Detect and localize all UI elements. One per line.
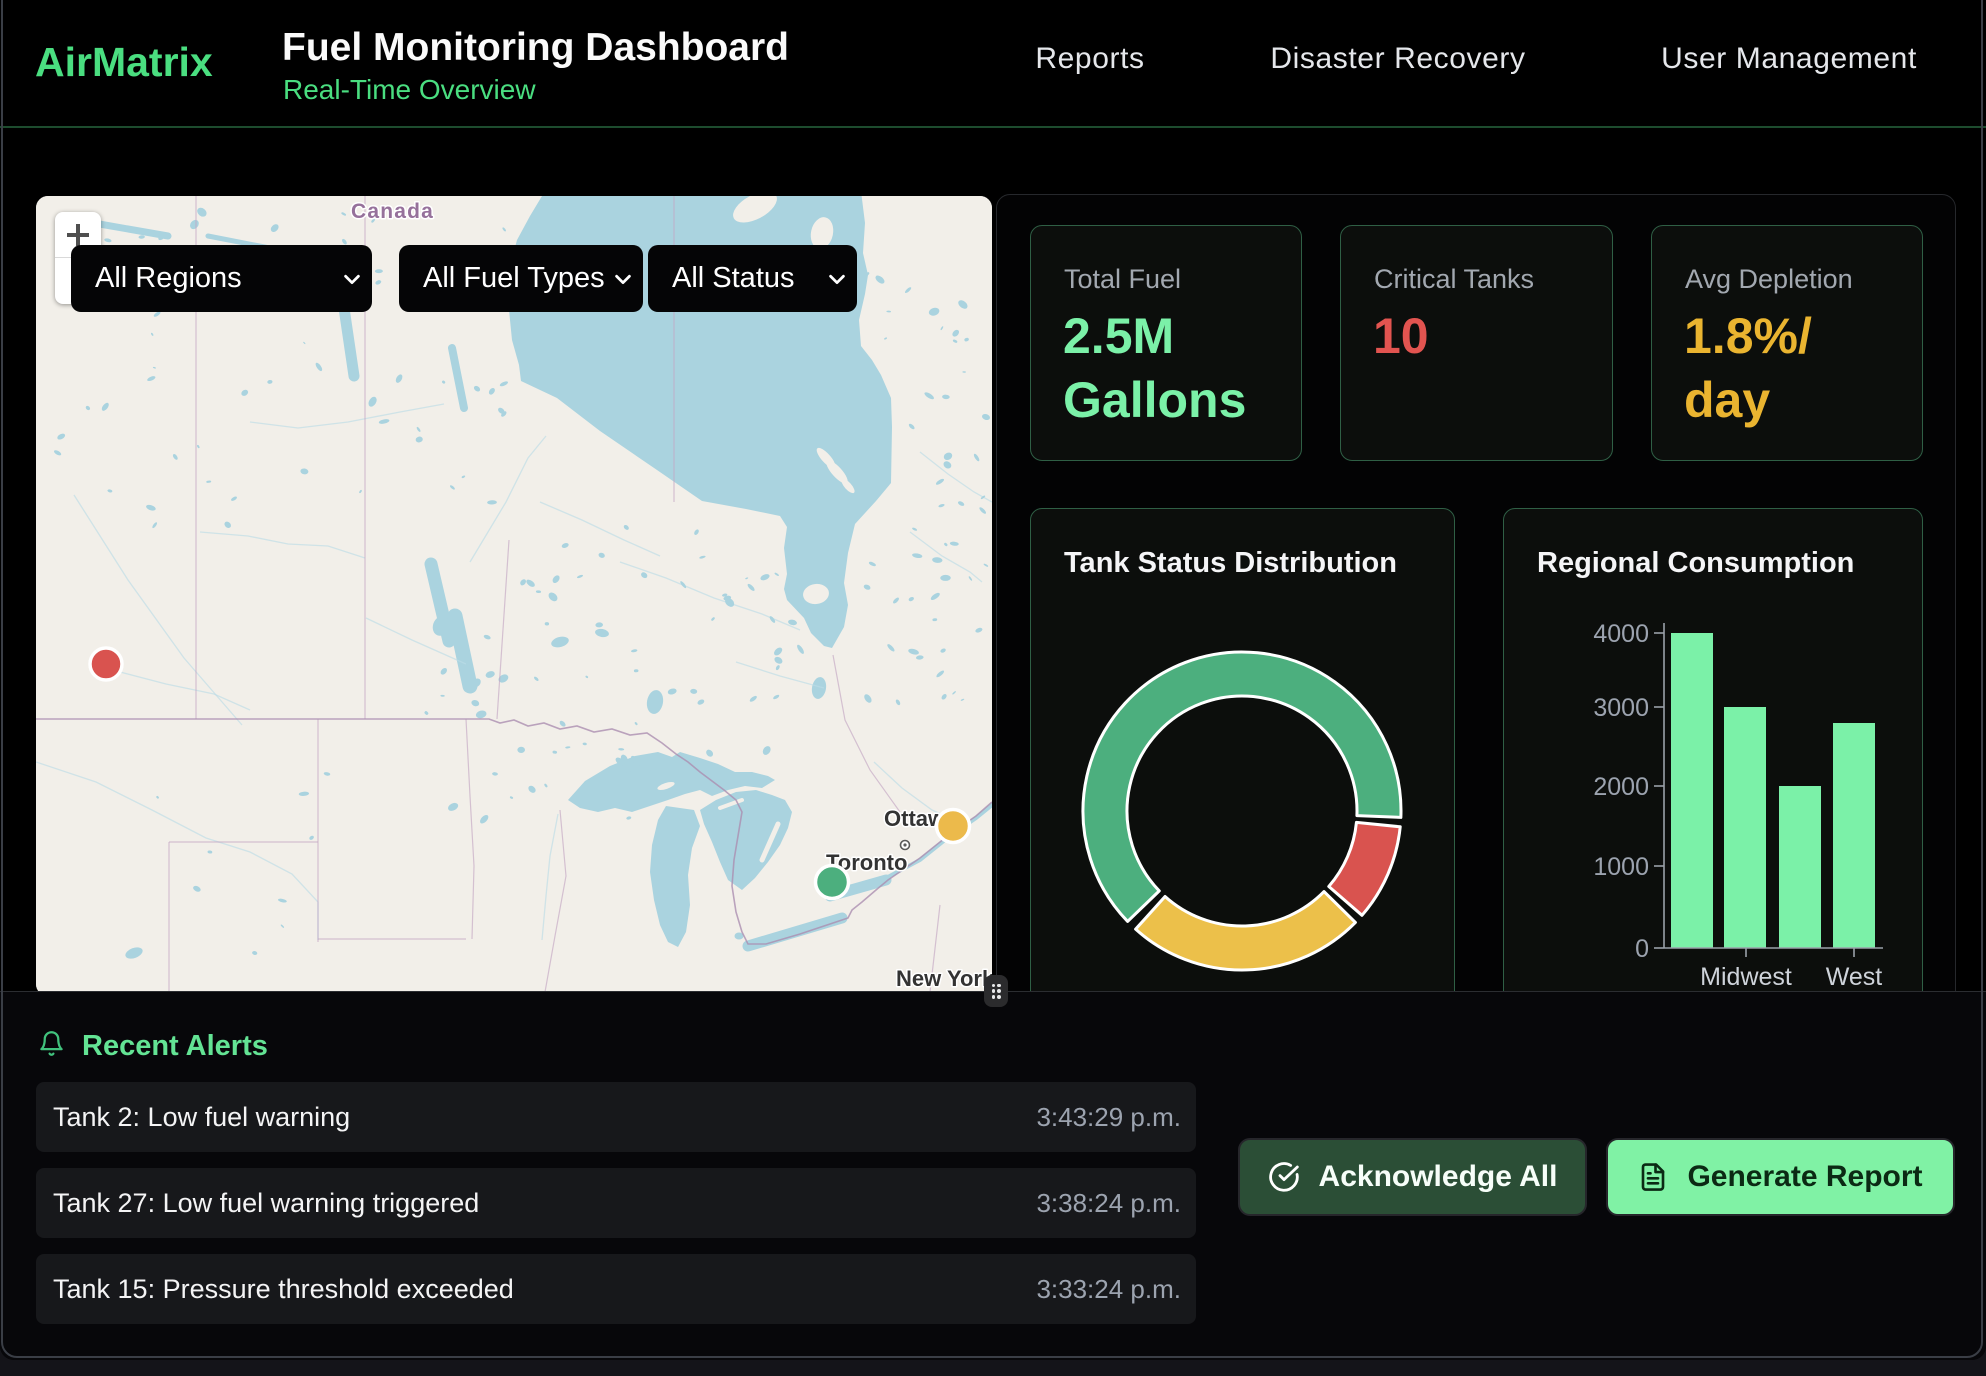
svg-text:4000: 4000 <box>1593 620 1649 648</box>
svg-text:1000: 1000 <box>1593 853 1649 881</box>
svg-text:2000: 2000 <box>1593 773 1649 801</box>
svg-text:West: West <box>1826 963 1883 991</box>
svg-text:3000: 3000 <box>1593 694 1649 722</box>
svg-text:Canada: Canada <box>351 200 434 223</box>
svg-text:New York: New York <box>896 966 992 991</box>
svg-text:0: 0 <box>1635 935 1649 963</box>
svg-text:Midwest: Midwest <box>1700 963 1792 991</box>
